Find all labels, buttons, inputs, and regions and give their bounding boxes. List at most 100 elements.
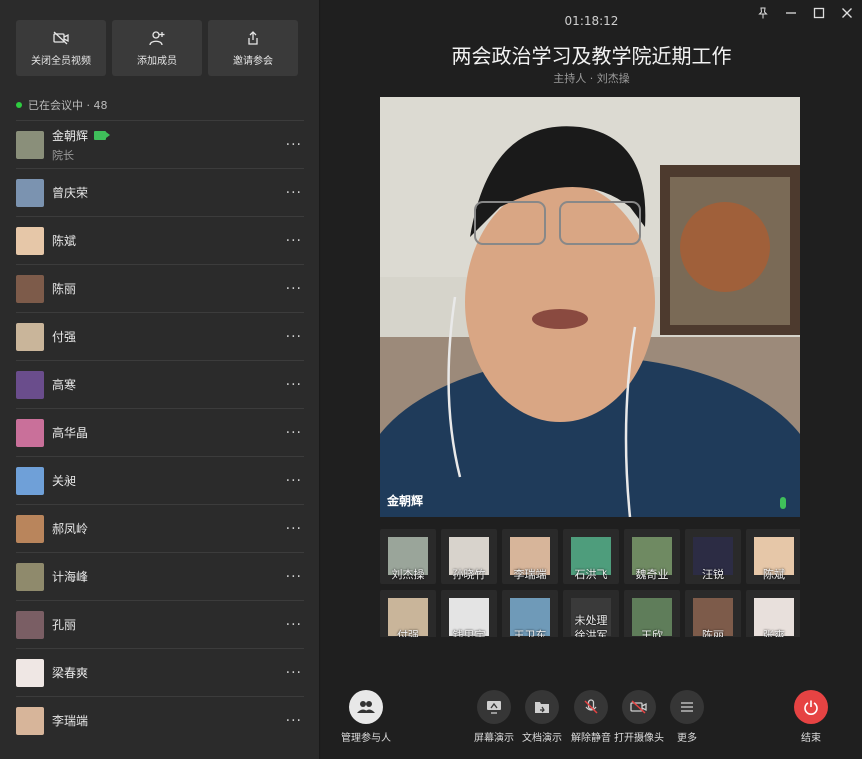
manage-participants-button[interactable]: 管理参与人	[341, 690, 391, 744]
more-options-icon[interactable]: ···	[286, 185, 302, 201]
more-options-icon[interactable]: ···	[286, 521, 302, 537]
end-meeting-button[interactable]: 结束	[794, 690, 828, 744]
member-row[interactable]: 梁春爽 ···	[16, 648, 304, 696]
thumbnail-name: 钱思宇	[452, 629, 486, 637]
member-row[interactable]: 计海峰 ···	[16, 552, 304, 600]
doc-share-button[interactable]: 文档演示	[522, 690, 562, 744]
more-options-icon[interactable]: ···	[286, 617, 302, 633]
participant-thumbnail[interactable]: 孙晓竹	[441, 529, 497, 584]
member-name-row: 孔丽	[52, 616, 76, 633]
end-meeting-circle	[794, 690, 828, 724]
member-row[interactable]: 陈斌 ···	[16, 216, 304, 264]
more-options-icon[interactable]: ···	[286, 713, 302, 729]
add-member-button[interactable]: 添加成员	[112, 20, 202, 76]
thumbnail-name: 徐洪军	[574, 629, 608, 637]
add-member-label: 添加成员	[137, 55, 177, 67]
member-row[interactable]: 孔丽 ···	[16, 600, 304, 648]
thumbnail-name: 石洪飞	[574, 568, 608, 581]
participant-thumbnail[interactable]: 付强	[380, 590, 436, 637]
document-icon	[535, 702, 549, 713]
more-options-icon[interactable]: ···	[286, 377, 302, 393]
member-row[interactable]: 曾庆荣 ···	[16, 168, 304, 216]
member-row[interactable]: 付强 ···	[16, 312, 304, 360]
avatar	[16, 226, 44, 255]
member-list: 金朝辉 院长 ··· 曾庆荣 ··· 陈斌 ··· 陈丽 ··· 付强 ··· 高寒 ··· 高华晶 ···…	[16, 120, 304, 744]
camera-label: 打开摄像头	[614, 733, 664, 744]
participant-thumbnail[interactable]: 刘杰操	[380, 529, 436, 584]
more-options-icon[interactable]: ···	[286, 473, 302, 489]
participants-sidebar: 关闭全员视频 添加成员 邀请参会 已在会议中 · 48 金朝辉 院长 ··· 曾…	[0, 0, 320, 759]
more-options-icon[interactable]: ···	[286, 137, 302, 153]
end-meeting-label: 结束	[801, 733, 821, 744]
member-row[interactable]: 高华晶 ···	[16, 408, 304, 456]
camera-on-icon	[94, 130, 111, 140]
member-info: 梁春爽	[52, 664, 88, 681]
member-info: 高寒	[52, 376, 76, 393]
member-name: 高华晶	[52, 426, 89, 440]
speaker-name-label: 金朝辉	[387, 494, 424, 508]
member-title: 院长	[52, 148, 74, 162]
more-options-icon[interactable]: ···	[286, 425, 302, 441]
participant-thumbnail[interactable]: 王欣	[624, 590, 680, 637]
camera-button[interactable]: 打开摄像头	[614, 690, 664, 744]
member-row[interactable]: 郝凤岭 ···	[16, 504, 304, 552]
more-options-icon[interactable]: ···	[286, 569, 302, 585]
member-name: 陈斌	[52, 234, 77, 248]
member-info: 付强	[52, 328, 76, 345]
power-icon	[804, 700, 818, 715]
active-speaker-video[interactable]: 金朝辉	[380, 97, 800, 517]
member-row[interactable]: 金朝辉 院长 ···	[16, 120, 304, 168]
unmute-circle	[574, 690, 608, 724]
add-member-icon	[149, 30, 165, 45]
avatar	[16, 466, 44, 495]
mute-all-video-button[interactable]: 关闭全员视频	[16, 20, 106, 76]
participant-thumbnail[interactable]: 石洪飞	[563, 529, 619, 584]
online-dot-icon	[16, 102, 22, 108]
member-row[interactable]: 陈丽 ···	[16, 264, 304, 312]
more-options-icon[interactable]: ···	[286, 329, 302, 345]
meeting-status: 已在会议中 · 48	[16, 97, 108, 113]
participant-thumbnail[interactable]: 汪锐	[685, 529, 741, 584]
meeting-toolbar: 管理参与人 屏幕演示 文档演示 解除静音 打开摄像头 更多 结束	[321, 690, 862, 759]
member-info: 郝凤岭	[52, 520, 88, 537]
avatar	[16, 418, 44, 447]
member-info: 曾庆荣	[52, 184, 88, 201]
participant-thumbnail[interactable]: 钱思宇	[441, 590, 497, 637]
participant-thumbnail[interactable]: 张爽	[746, 590, 800, 637]
member-row[interactable]: 高寒 ···	[16, 360, 304, 408]
avatar	[16, 610, 44, 639]
more-options-icon[interactable]: ···	[286, 281, 302, 297]
speaker-video-frame	[380, 97, 800, 517]
participant-count: 已在会议中 · 48	[28, 99, 108, 112]
member-name-row: 梁春爽	[52, 664, 88, 681]
more-options-icon[interactable]: ···	[286, 665, 302, 681]
member-name: 李瑞端	[52, 714, 89, 728]
participant-thumbnail[interactable]: 李瑞端	[502, 529, 558, 584]
more-button[interactable]: 更多	[670, 690, 704, 744]
meeting-window: 关闭全员视频 添加成员 邀请参会 已在会议中 · 48 金朝辉 院长 ··· 曾…	[0, 0, 862, 759]
more-options-icon[interactable]: ···	[286, 233, 302, 249]
member-row[interactable]: 关昶 ···	[16, 456, 304, 504]
screen-share-circle	[477, 690, 511, 724]
participant-thumbnail[interactable]: 王卫东	[502, 590, 558, 637]
avatar	[16, 562, 44, 591]
unmute-button[interactable]: 解除静音	[571, 690, 611, 744]
invite-button[interactable]: 邀请参会	[208, 20, 298, 76]
thumbnail-name: 汪锐	[702, 568, 724, 581]
participant-thumbnail[interactable]: 陈斌	[746, 529, 800, 584]
avatar	[16, 178, 44, 207]
participant-thumbnails: 刘杰操 孙晓竹 李瑞端石洪飞 魏奇业汪锐 陈斌付强钱思宇 王卫东 未处理 徐洪军 王欣 陈丽 张爽	[380, 529, 800, 637]
more-label: 更多	[677, 733, 697, 744]
share-icon	[248, 30, 258, 45]
member-name-row: 关昶	[52, 472, 76, 489]
member-row[interactable]: 李瑞端 ···	[16, 696, 304, 744]
member-name: 曾庆荣	[52, 186, 89, 200]
participant-thumbnail[interactable]: 未处理 徐洪军	[563, 590, 619, 637]
member-name-row: 陈斌	[52, 232, 76, 249]
camera-circle	[622, 690, 656, 724]
screen-share-button[interactable]: 屏幕演示	[474, 690, 514, 744]
member-info: 陈斌	[52, 232, 76, 249]
participant-thumbnail[interactable]: 陈丽	[685, 590, 741, 637]
participant-thumbnail[interactable]: 魏奇业	[624, 529, 680, 584]
member-info: 孔丽	[52, 616, 76, 633]
